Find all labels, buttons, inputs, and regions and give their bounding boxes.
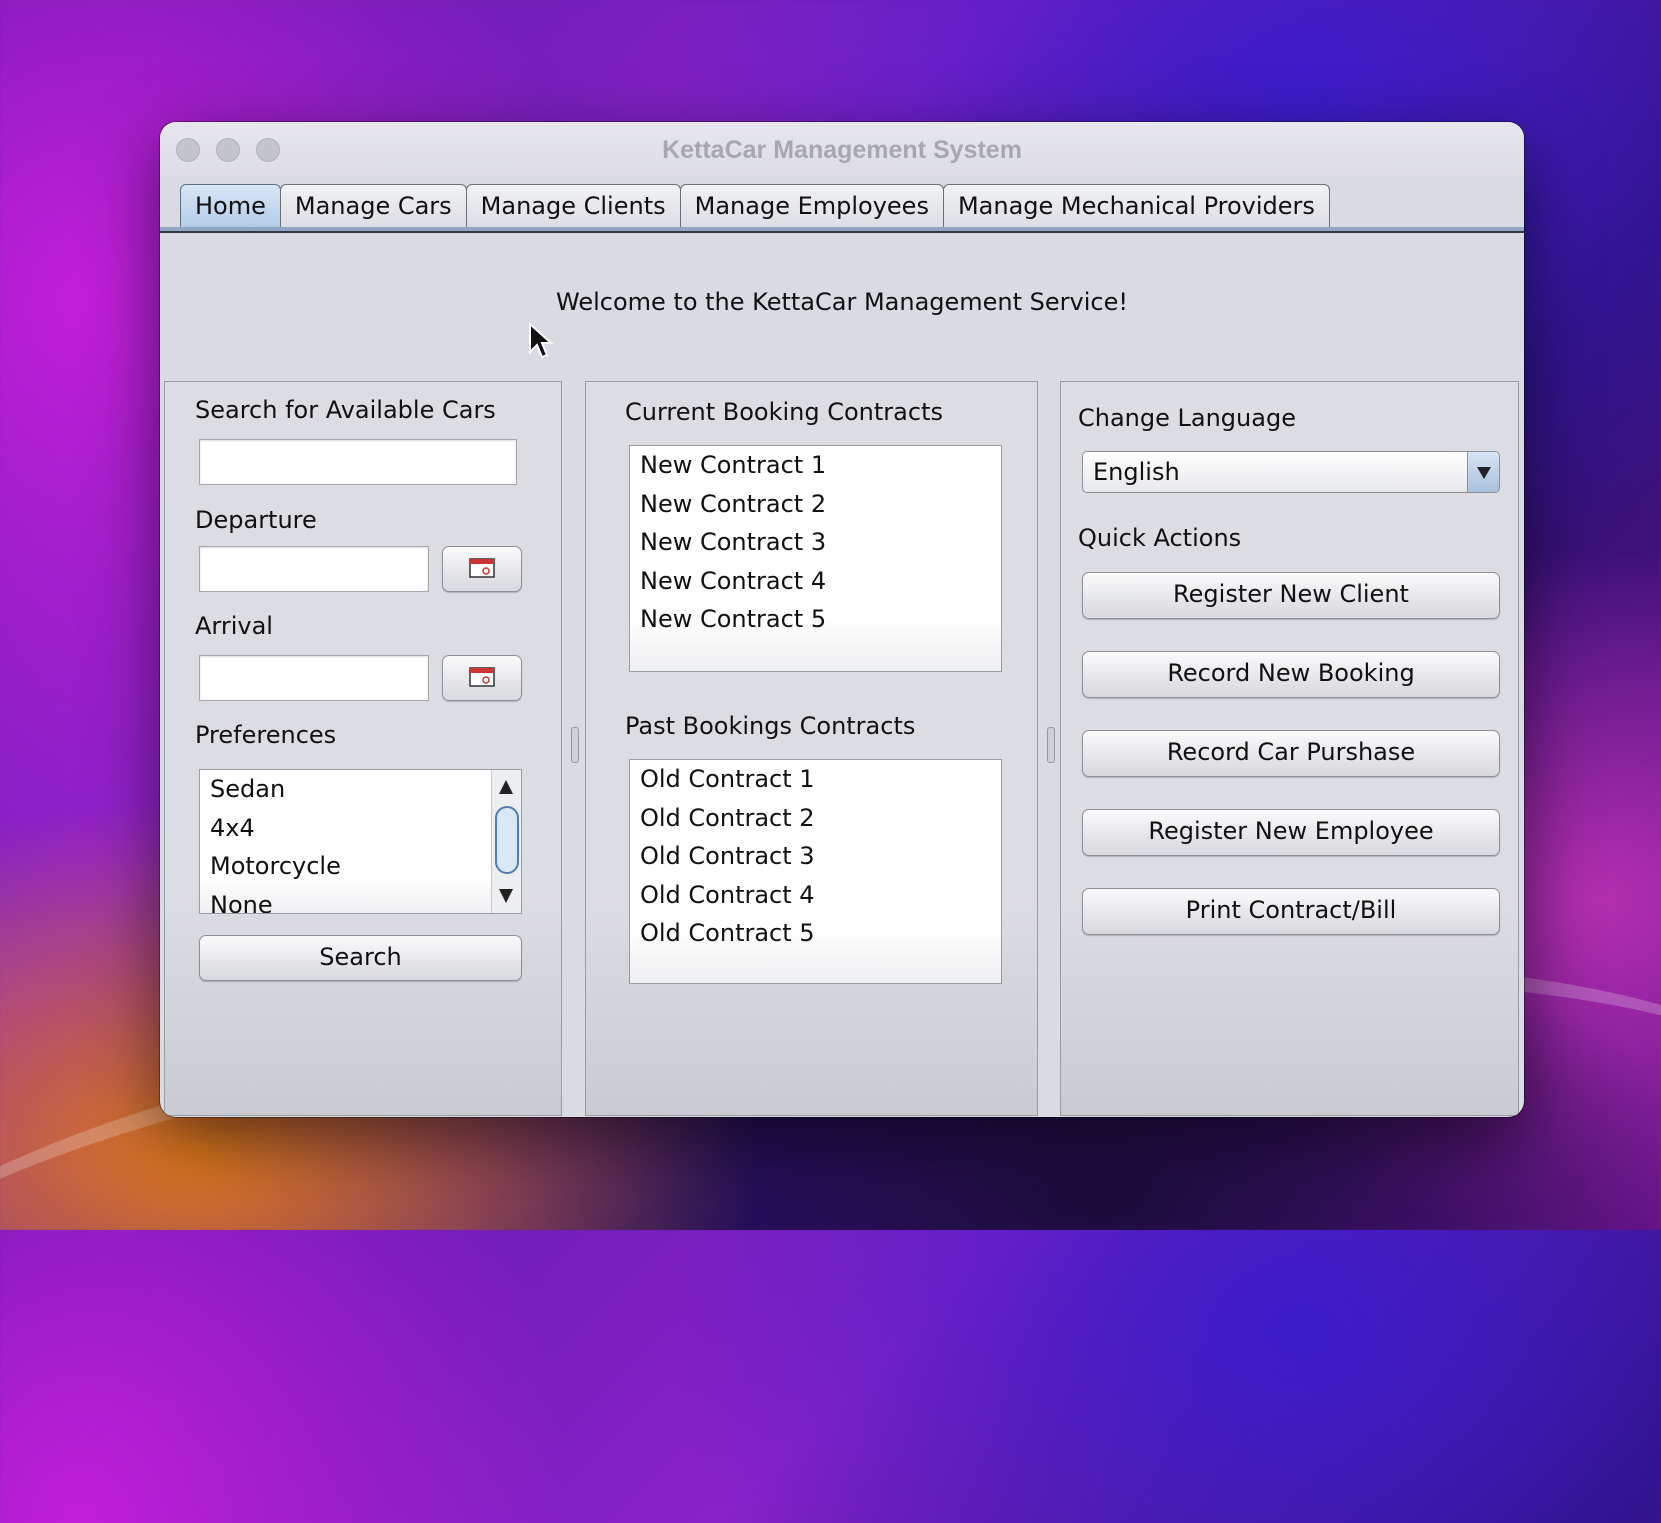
- welcome-message: Welcome to the KettaCar Management Servi…: [556, 288, 1128, 316]
- list-item[interactable]: 4x4: [200, 809, 521, 848]
- record-new-booking-button[interactable]: Record New Booking: [1082, 651, 1500, 698]
- calendar-icon: [469, 558, 495, 578]
- search-panel: Search for Available Cars Departure Arri…: [164, 381, 562, 1116]
- list-item[interactable]: Sedan: [200, 770, 521, 809]
- chevron-down-icon[interactable]: [1467, 452, 1499, 492]
- app-window: KettaCar Management System Home Manage C…: [160, 122, 1524, 1117]
- arrival-date-picker-button[interactable]: [442, 655, 522, 701]
- quick-actions-label: Quick Actions: [1078, 524, 1242, 552]
- title-bar: KettaCar Management System: [160, 122, 1524, 177]
- tab-underline: [160, 227, 1524, 233]
- past-contracts-title: Past Bookings Contracts: [625, 712, 916, 740]
- split-pane-divider[interactable]: [1047, 727, 1055, 763]
- tab-bar: Home Manage Cars Manage Clients Manage E…: [180, 184, 1330, 229]
- search-button[interactable]: Search: [199, 935, 522, 981]
- record-car-purchase-button[interactable]: Record Car Purshase: [1082, 730, 1500, 777]
- tab-manage-cars[interactable]: Manage Cars: [279, 184, 467, 227]
- current-contracts-list[interactable]: New Contract 1 New Contract 2 New Contra…: [629, 445, 1002, 672]
- list-item[interactable]: New Contract 2: [630, 485, 1001, 524]
- arrival-date-field[interactable]: [199, 655, 429, 701]
- register-new-employee-button[interactable]: Register New Employee: [1082, 809, 1500, 856]
- tab-home[interactable]: Home: [180, 184, 281, 227]
- list-item[interactable]: Old Contract 1: [630, 760, 1001, 799]
- preferences-scrollbar[interactable]: [491, 770, 521, 913]
- register-new-client-button[interactable]: Register New Client: [1082, 572, 1500, 619]
- list-item[interactable]: New Contract 5: [630, 600, 1001, 639]
- tab-manage-employees[interactable]: Manage Employees: [679, 184, 944, 227]
- past-contracts-list[interactable]: Old Contract 1 Old Contract 2 Old Contra…: [629, 759, 1002, 984]
- list-item[interactable]: Old Contract 3: [630, 837, 1001, 876]
- list-item[interactable]: Old Contract 4: [630, 876, 1001, 915]
- departure-date-picker-button[interactable]: [442, 546, 522, 592]
- language-select-value: English: [1093, 458, 1180, 486]
- calendar-icon: [469, 667, 495, 687]
- departure-label: Departure: [195, 506, 317, 534]
- list-item[interactable]: Motorcycle: [200, 847, 521, 886]
- language-select[interactable]: English: [1082, 451, 1500, 493]
- list-item[interactable]: New Contract 4: [630, 562, 1001, 601]
- split-pane-divider[interactable]: [571, 727, 579, 763]
- actions-panel: Change Language English Quick Actions Re…: [1060, 381, 1519, 1116]
- car-search-input[interactable]: [199, 439, 517, 485]
- list-item[interactable]: New Contract 3: [630, 523, 1001, 562]
- search-panel-title: Search for Available Cars: [195, 396, 496, 424]
- list-item[interactable]: Old Contract 2: [630, 799, 1001, 838]
- current-contracts-title: Current Booking Contracts: [625, 398, 943, 426]
- list-item[interactable]: None: [200, 886, 521, 913]
- preferences-list[interactable]: Sedan 4x4 Motorcycle None: [199, 769, 522, 914]
- tab-manage-clients[interactable]: Manage Clients: [465, 184, 681, 227]
- mouse-pointer-icon: [529, 322, 554, 359]
- scroll-down-arrow-icon[interactable]: [499, 889, 513, 903]
- tab-manage-mechanical-providers[interactable]: Manage Mechanical Providers: [942, 184, 1330, 227]
- preferences-label: Preferences: [195, 721, 337, 749]
- scroll-up-arrow-icon[interactable]: [499, 780, 513, 794]
- print-contract-bill-button[interactable]: Print Contract/Bill: [1082, 888, 1500, 935]
- list-item[interactable]: New Contract 1: [630, 446, 1001, 485]
- scroll-thumb[interactable]: [495, 806, 519, 874]
- departure-date-field[interactable]: [199, 546, 429, 592]
- contracts-panel: Current Booking Contracts New Contract 1…: [585, 381, 1038, 1116]
- arrival-label: Arrival: [195, 612, 273, 640]
- list-item[interactable]: Old Contract 5: [630, 914, 1001, 953]
- change-language-label: Change Language: [1078, 404, 1296, 432]
- window-title: KettaCar Management System: [662, 136, 1022, 164]
